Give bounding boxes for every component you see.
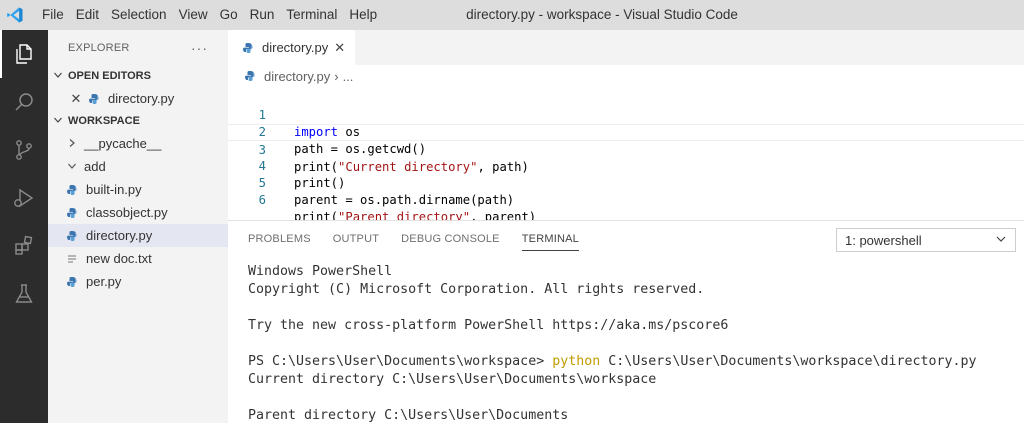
python-file-icon: [64, 182, 80, 198]
python-file-icon: [64, 228, 80, 244]
python-file-icon: [64, 274, 80, 290]
file-new-doc[interactable]: new doc.txt: [48, 247, 228, 270]
terminal-line: Parent directory C:\Users\User\Documents: [248, 408, 569, 423]
file-label: new doc.txt: [86, 251, 152, 266]
vscode-logo-icon: [0, 0, 30, 30]
tab-directory-py[interactable]: directory.py ✕: [228, 30, 356, 65]
folder-label: add: [84, 159, 106, 174]
title-bar: File Edit Selection View Go Run Terminal…: [0, 0, 1024, 30]
file-label: per.py: [86, 274, 122, 289]
tab-label: directory.py: [262, 40, 329, 55]
menu-selection[interactable]: Selection: [105, 0, 173, 30]
file-per[interactable]: per.py: [48, 270, 228, 293]
explorer-icon[interactable]: [0, 30, 48, 78]
file-built-in[interactable]: built-in.py: [48, 178, 228, 201]
code-line-current: 3 print("Current directory", path): [228, 124, 1024, 174]
code-line: 5 parent = os.path.dirname(path): [228, 158, 1024, 207]
file-label: classobject.py: [86, 205, 168, 220]
code-line: 1 import os: [228, 90, 1024, 139]
close-icon[interactable]: ✕: [68, 91, 84, 107]
terminal-select-value: 1: powershell: [845, 232, 922, 248]
workspace-label: WORKSPACE: [68, 115, 140, 127]
search-icon[interactable]: [0, 78, 48, 126]
activity-bar: [0, 30, 48, 423]
python-file-icon: [242, 68, 258, 84]
menu-bar: File Edit Selection View Go Run Terminal…: [30, 0, 383, 30]
line-number: 6: [258, 193, 266, 207]
tab-problems[interactable]: PROBLEMS: [248, 221, 311, 257]
terminal-command-arg: C:\Users\User\Documents\workspace\direct…: [600, 354, 977, 369]
breadcrumb-rest[interactable]: ...: [343, 69, 354, 84]
editor-tabs: directory.py ✕: [228, 30, 1024, 65]
file-label: built-in.py: [86, 182, 142, 197]
terminal-line: Windows PowerShell: [248, 264, 393, 279]
menu-file[interactable]: File: [30, 0, 70, 30]
code-editor[interactable]: 1 import os 2 path = os.getcwd() 3 print…: [228, 90, 1024, 224]
chevron-right-icon: ›: [334, 68, 339, 84]
code-line: 2 path = os.getcwd(): [228, 107, 1024, 156]
editor-area: directory.py ✕ directory.py › ... 1 impo…: [228, 30, 1024, 224]
tab-output[interactable]: OUTPUT: [333, 221, 379, 257]
tab-terminal[interactable]: TERMINAL: [521, 221, 580, 257]
testing-icon[interactable]: [0, 270, 48, 318]
menu-help[interactable]: Help: [343, 0, 383, 30]
folder-pycache[interactable]: __pycache__: [48, 132, 228, 155]
python-file-icon: [86, 91, 102, 107]
menu-view[interactable]: View: [173, 0, 214, 30]
folder-add[interactable]: add: [48, 155, 228, 178]
terminal-prompt: PS C:\Users\User\Documents\workspace>: [248, 354, 553, 369]
file-label: directory.py: [86, 228, 153, 243]
close-icon[interactable]: ✕: [334, 40, 345, 56]
breadcrumb: directory.py › ...: [228, 65, 1024, 87]
terminal-command: python: [552, 354, 601, 369]
explorer-sidebar: EXPLORER ··· OPEN EDITORS ✕ directory.py…: [48, 30, 228, 423]
open-editors-label: OPEN EDITORS: [68, 70, 151, 82]
workspace-section[interactable]: WORKSPACE: [48, 110, 228, 132]
menu-go[interactable]: Go: [214, 0, 244, 30]
terminal-line: Try the new cross-platform PowerShell ht…: [248, 318, 729, 333]
run-debug-icon[interactable]: [0, 174, 48, 222]
python-file-icon: [240, 40, 256, 56]
code-line: 4 print(): [228, 141, 1024, 190]
open-editors-section[interactable]: OPEN EDITORS: [48, 65, 228, 87]
tab-debug-console[interactable]: DEBUG CONSOLE: [401, 221, 500, 257]
breadcrumb-file[interactable]: directory.py: [264, 69, 330, 84]
menu-run[interactable]: Run: [244, 0, 281, 30]
explorer-title: EXPLORER: [68, 41, 130, 54]
code-line: 6 print("Parent directory", parent): [228, 175, 1024, 224]
folder-label: __pycache__: [84, 136, 162, 151]
chevron-right-icon: [64, 137, 80, 151]
more-actions-icon[interactable]: ···: [191, 40, 208, 56]
chevron-down-icon: [64, 160, 80, 174]
explorer-header: EXPLORER ···: [48, 30, 228, 65]
python-file-icon: [64, 205, 80, 221]
terminal-line: Copyright (C) Microsoft Corporation. All…: [248, 282, 705, 297]
open-editor-filename: directory.py: [108, 91, 175, 106]
extensions-icon[interactable]: [0, 222, 48, 270]
terminal-command-line: PS C:\Users\User\Documents\workspace> py…: [248, 353, 977, 371]
open-editor-item[interactable]: ✕ directory.py: [48, 87, 228, 110]
terminal-select[interactable]: 1: powershell: [836, 228, 1016, 252]
file-classobject[interactable]: classobject.py: [48, 201, 228, 224]
source-control-icon[interactable]: [0, 126, 48, 174]
chevron-down-icon: [48, 70, 68, 83]
chevron-down-icon: [995, 233, 1007, 248]
terminal-line: Current directory C:\Users\User\Document…: [248, 372, 657, 387]
bottom-panel: PROBLEMS OUTPUT DEBUG CONSOLE TERMINAL 1…: [228, 220, 1024, 423]
menu-terminal[interactable]: Terminal: [280, 0, 343, 30]
menu-edit[interactable]: Edit: [70, 0, 105, 30]
code-text: parent = os.path.dirname(path): [294, 193, 515, 207]
text-file-icon: [64, 251, 80, 267]
chevron-down-icon: [48, 115, 68, 128]
terminal-output[interactable]: Windows PowerShell Copyright (C) Microso…: [248, 263, 977, 423]
file-directory[interactable]: directory.py: [48, 224, 228, 247]
